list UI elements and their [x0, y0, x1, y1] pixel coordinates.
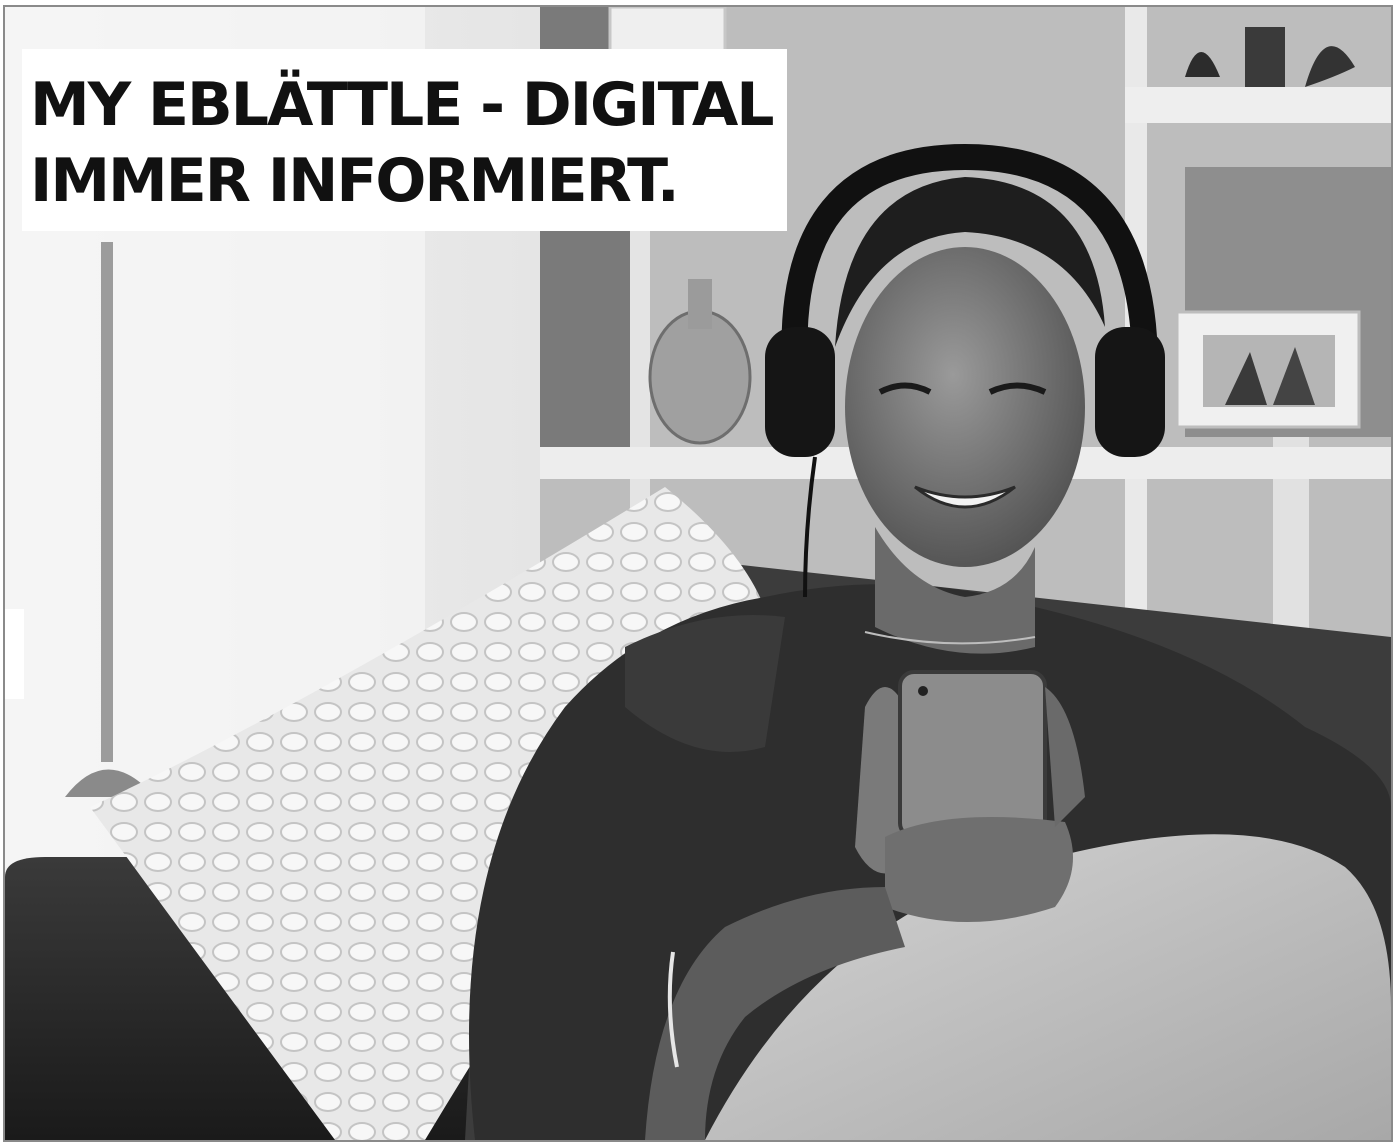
headline-line-2: IMMER INFORMIERT.: [30, 146, 680, 216]
ad-frame: MY EBLÄTTLE - DIGITAL IMMER INFORMIERT.: [3, 5, 1393, 1142]
headline-line-1: MY EBLÄTTLE - DIGITAL: [30, 70, 775, 140]
left-edge-mark: [5, 609, 24, 699]
headline-box: MY EBLÄTTLE - DIGITAL IMMER INFORMIERT.: [22, 49, 787, 231]
